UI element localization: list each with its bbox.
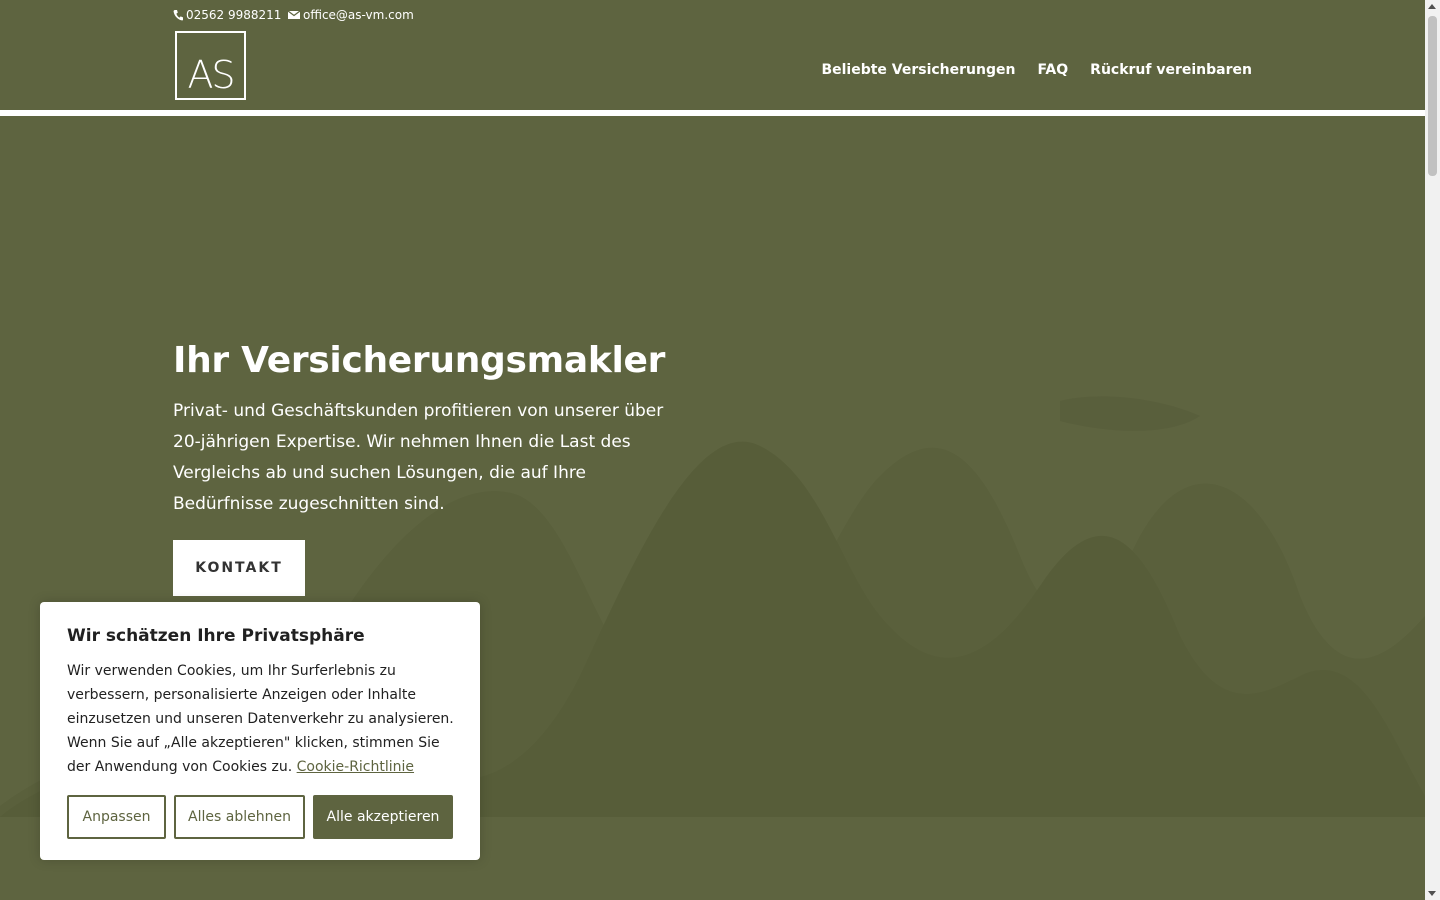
site-header: AS Beliebte Versicherungen FAQ Rückruf v…: [0, 30, 1425, 110]
cookie-banner-title: Wir schätzen Ihre Privatsphäre: [67, 626, 365, 646]
top-bar: 02562 9988211 office@as-vm.com: [0, 0, 1425, 30]
email-contact[interactable]: office@as-vm.com: [288, 8, 414, 22]
cookie-banner-text: Wir verwenden Cookies, um Ihr Surferlebn…: [67, 659, 459, 779]
reject-all-button[interactable]: Alles ablehnen: [174, 795, 305, 839]
phone-icon: [173, 10, 183, 21]
nav-item-rueckruf[interactable]: Rückruf vereinbaren: [1090, 62, 1252, 78]
page-scrollbar[interactable]: [1425, 0, 1440, 900]
email-address: office@as-vm.com: [303, 8, 414, 22]
hero-title: Ihr Versicherungsmakler: [173, 340, 666, 381]
nav-item-beliebte-versicherungen[interactable]: Beliebte Versicherungen: [821, 62, 1015, 78]
phone-number: 02562 9988211: [186, 8, 282, 22]
site-logo[interactable]: AS: [175, 31, 246, 100]
main-nav: Beliebte Versicherungen FAQ Rückruf vere…: [821, 62, 1252, 78]
cookie-policy-link[interactable]: Cookie-Richtlinie: [297, 759, 414, 775]
scroll-thumb[interactable]: [1428, 16, 1437, 176]
customize-button[interactable]: Anpassen: [67, 795, 166, 839]
phone-contact[interactable]: 02562 9988211: [173, 8, 281, 22]
scroll-up-arrow-icon[interactable]: [1428, 4, 1436, 9]
nav-item-faq[interactable]: FAQ: [1037, 62, 1068, 78]
logo-text: AS: [187, 53, 235, 97]
mail-icon: [288, 10, 300, 19]
accept-all-button[interactable]: Alle akzeptieren: [313, 795, 453, 839]
contact-button[interactable]: KONTAKT: [173, 540, 305, 596]
cookie-consent-banner: Wir schätzen Ihre Privatsphäre Wir verwe…: [40, 602, 480, 860]
scroll-down-arrow-icon[interactable]: [1428, 891, 1436, 896]
hero-description: Privat- und Geschäftskunden profitieren …: [173, 401, 664, 514]
